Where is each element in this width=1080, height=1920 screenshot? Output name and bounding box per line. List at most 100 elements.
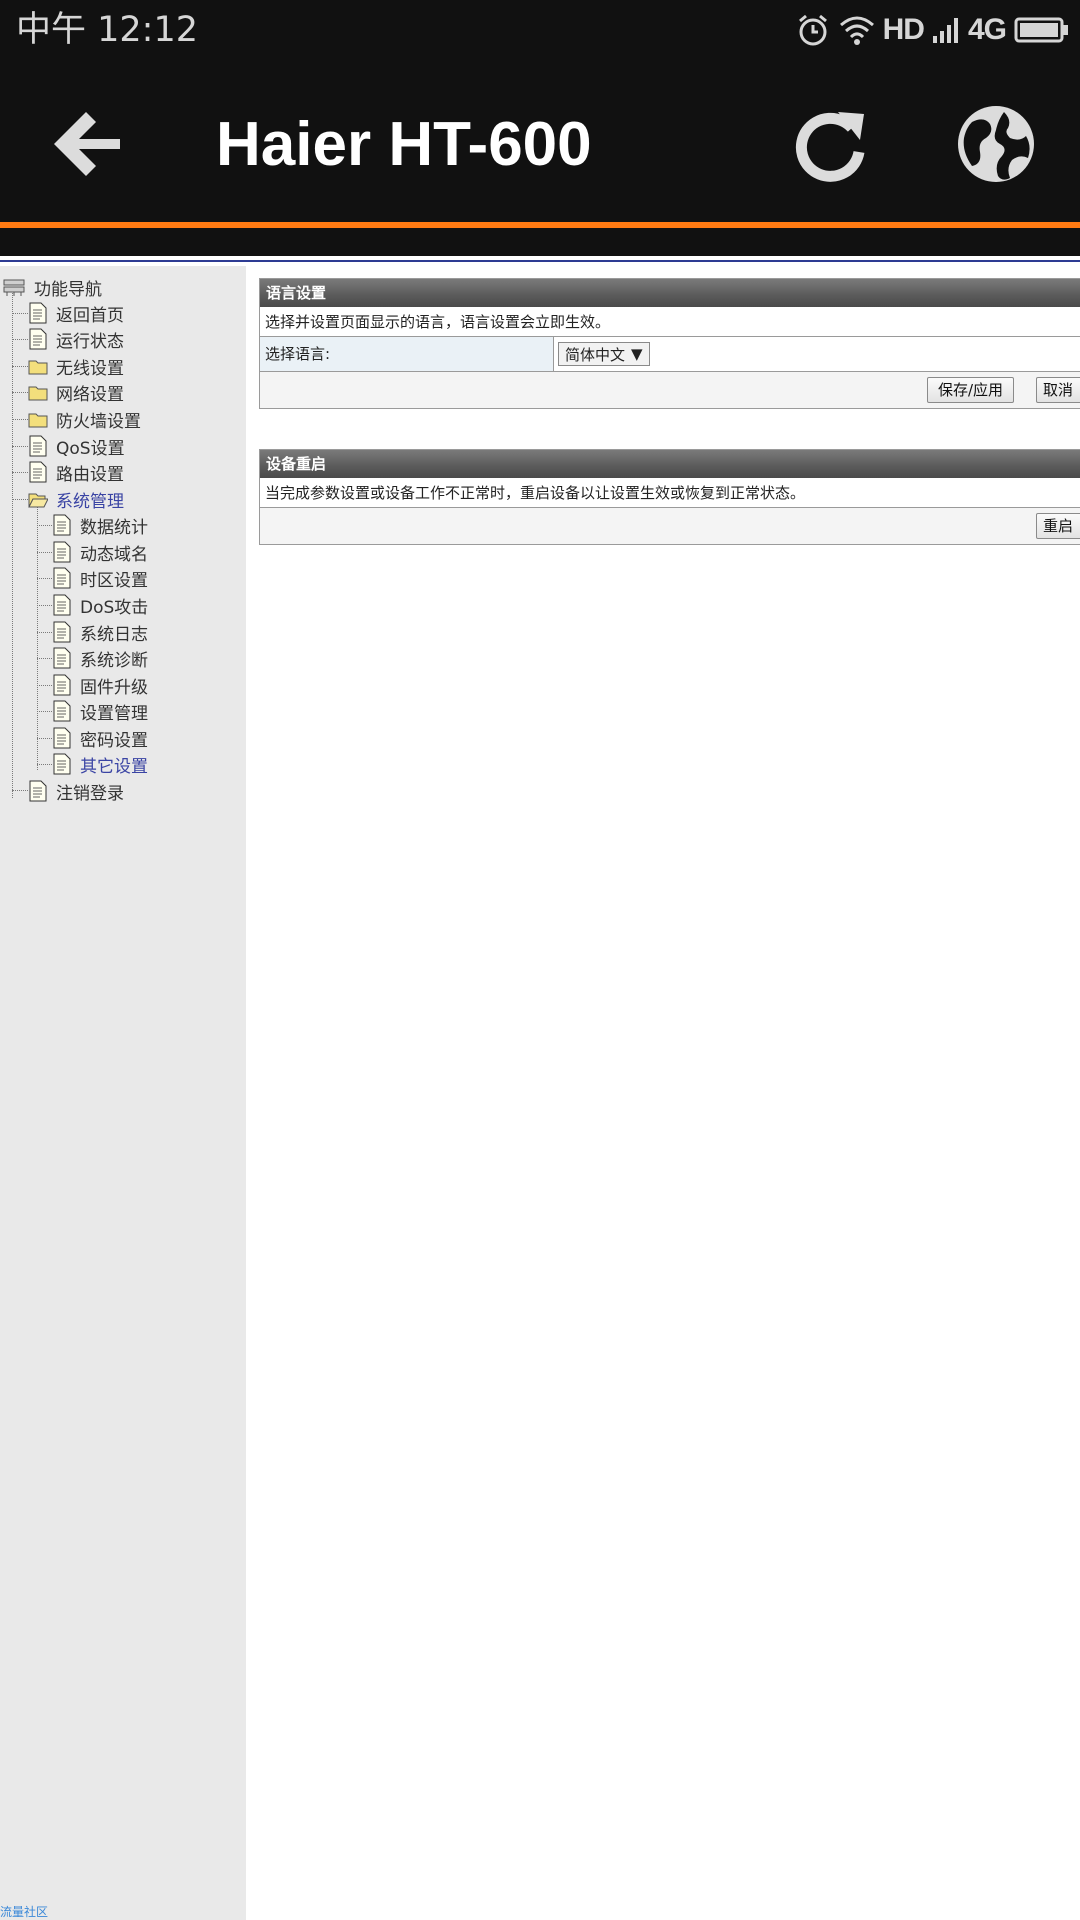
nav-item-label: QoS设置 bbox=[56, 438, 125, 459]
page-icon bbox=[29, 461, 47, 483]
nav-subitem-label: 密码设置 bbox=[80, 730, 148, 751]
nav-item-label: 网络设置 bbox=[56, 384, 124, 405]
tree-connector bbox=[37, 502, 38, 770]
app-title: Haier HT-600 bbox=[216, 110, 592, 179]
refresh-icon[interactable] bbox=[790, 104, 870, 184]
page-icon bbox=[29, 328, 47, 350]
panel-title: 设备重启 bbox=[260, 450, 1080, 479]
tree-connector bbox=[37, 605, 52, 606]
reboot-button[interactable]: 重启 bbox=[1036, 513, 1080, 539]
nav-sidebar: 功能导航 返回首页 运行状态 无线设置 网络设置 防火墙设置 QoS设置 路由设… bbox=[0, 266, 246, 1920]
nav-item-status[interactable]: 运行状态 bbox=[28, 326, 124, 352]
nav-subitem-label: DoS攻击 bbox=[80, 597, 149, 618]
nav-item-home[interactable]: 返回首页 bbox=[28, 300, 124, 326]
nav-item-label: 无线设置 bbox=[56, 358, 124, 379]
page-icon bbox=[53, 541, 71, 563]
nav-root-label: 功能导航 bbox=[34, 279, 102, 300]
nav-item-qos[interactable]: QoS设置 bbox=[28, 433, 125, 459]
nav-item-network[interactable]: 网络设置 bbox=[28, 379, 124, 405]
nav-subitem-firmware[interactable]: 固件升级 bbox=[52, 672, 148, 698]
page-icon bbox=[29, 780, 47, 802]
nav-subitem-label: 系统日志 bbox=[80, 624, 148, 645]
tree-connector bbox=[12, 419, 28, 420]
tree-connector bbox=[12, 499, 28, 500]
nav-subitem-statistics[interactable]: 数据统计 bbox=[52, 512, 148, 538]
panel-description: 选择并设置页面显示的语言，语言设置会立即生效。 bbox=[260, 308, 1080, 337]
nav-subitem-timezone[interactable]: 时区设置 bbox=[52, 565, 148, 591]
language-select-value: 简体中文 bbox=[565, 345, 626, 364]
nav-item-label: 返回首页 bbox=[56, 305, 124, 326]
page-icon bbox=[53, 567, 71, 589]
nav-subitem-label: 设置管理 bbox=[80, 703, 148, 724]
nav-item-wireless[interactable]: 无线设置 bbox=[28, 353, 124, 379]
tree-connector bbox=[12, 339, 28, 340]
network-type: 4G bbox=[967, 13, 1007, 46]
tree-connector bbox=[37, 738, 52, 739]
nav-item-firewall[interactable]: 防火墙设置 bbox=[28, 406, 141, 432]
header-band bbox=[0, 228, 1080, 256]
nav-subitem-label: 固件升级 bbox=[80, 677, 148, 698]
tree-connector bbox=[12, 392, 28, 393]
tree-connector bbox=[37, 764, 52, 765]
nav-subitem-label: 动态域名 bbox=[80, 544, 148, 565]
panel-actions: 保存/应用 取消 bbox=[260, 372, 1080, 408]
language-field-label: 选择语言: bbox=[260, 337, 554, 371]
save-apply-button[interactable]: 保存/应用 bbox=[927, 377, 1015, 403]
page-icon bbox=[53, 647, 71, 669]
nav-subitem-dos[interactable]: DoS攻击 bbox=[52, 592, 148, 618]
nav-subitem-label: 时区设置 bbox=[80, 570, 148, 591]
globe-icon[interactable] bbox=[954, 102, 1038, 186]
panel-actions: 重启 bbox=[260, 508, 1080, 544]
tree-connector bbox=[12, 472, 28, 473]
page-icon bbox=[53, 674, 71, 696]
cancel-button[interactable]: 取消 bbox=[1036, 377, 1080, 403]
tree-connector bbox=[37, 552, 52, 553]
tree-connector bbox=[37, 685, 52, 686]
page-top-rule bbox=[0, 260, 1080, 262]
nav-subitem-ddns[interactable]: 动态域名 bbox=[52, 539, 148, 565]
nav-subitem-diagnostics[interactable]: 系统诊断 bbox=[52, 645, 148, 671]
nav-item-label: 系统管理 bbox=[56, 491, 124, 512]
status-time: 中午 12:12 bbox=[16, 10, 198, 50]
language-row: 选择语言: 简体中文 ▼ bbox=[260, 337, 1080, 372]
nav-subitem-syslog[interactable]: 系统日志 bbox=[52, 619, 148, 645]
nav-item-logout[interactable]: 注销登录 bbox=[28, 778, 124, 804]
tree-connector bbox=[37, 658, 52, 659]
dropdown-arrow-icon: ▼ bbox=[631, 345, 643, 363]
nav-item-label: 运行状态 bbox=[56, 331, 124, 352]
nav-subitem-config[interactable]: 设置管理 bbox=[52, 698, 148, 724]
folder-icon bbox=[28, 360, 48, 375]
alarm-icon bbox=[798, 14, 827, 46]
tree-connector bbox=[12, 446, 28, 447]
footer-link[interactable]: 流量社区 bbox=[0, 1903, 48, 1920]
nav-item-system[interactable]: 系统管理 bbox=[28, 486, 124, 512]
folder-open-icon bbox=[28, 493, 48, 508]
tree-connector bbox=[37, 578, 52, 579]
nav-subitem-password[interactable]: 密码设置 bbox=[52, 725, 148, 751]
page-icon bbox=[53, 753, 71, 775]
app-bar: Haier HT-600 bbox=[0, 60, 1080, 222]
reboot-panel: 设备重启 当完成参数设置或设备工作不正常时，重启设备以让设置生效或恢复到正常状态… bbox=[259, 449, 1080, 545]
tree-connector bbox=[12, 313, 28, 314]
status-icons: HD 4G bbox=[795, 8, 1070, 52]
hd-indicator: HD bbox=[882, 13, 925, 46]
page-icon bbox=[29, 435, 47, 457]
page-icon bbox=[53, 727, 71, 749]
nav-root: 功能导航 bbox=[2, 274, 102, 300]
arrow-left-icon[interactable] bbox=[46, 108, 124, 180]
nav-item-label: 防火墙设置 bbox=[56, 411, 141, 432]
language-select[interactable]: 简体中文 ▼ bbox=[558, 342, 650, 366]
tree-connector bbox=[37, 711, 52, 712]
page-icon bbox=[53, 514, 71, 536]
page-icon bbox=[53, 594, 71, 616]
panel-title: 语言设置 bbox=[260, 279, 1080, 308]
page-icon bbox=[53, 700, 71, 722]
status-bar: 中午 12:12 HD 4G bbox=[0, 0, 1080, 60]
nav-subitem-label: 其它设置 bbox=[80, 756, 148, 777]
tree-connector bbox=[37, 632, 52, 633]
nav-item-routing[interactable]: 路由设置 bbox=[28, 459, 124, 485]
nav-item-label: 路由设置 bbox=[56, 464, 124, 485]
tree-connector bbox=[12, 366, 28, 367]
nav-subitem-other[interactable]: 其它设置 bbox=[52, 751, 148, 777]
network-root-icon bbox=[3, 279, 25, 296]
